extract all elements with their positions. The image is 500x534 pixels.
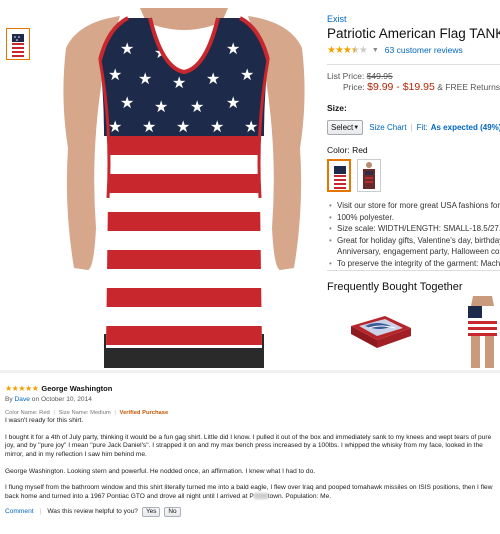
- product-title: Patriotic American Flag TANK: [327, 26, 500, 41]
- verified-purchase-badge: Verified Purchase: [119, 409, 169, 416]
- helpful-yes-button[interactable]: Yes: [141, 507, 161, 518]
- review-footer: Comment | Was this review helpful to you…: [5, 507, 495, 518]
- bullet-item: To preserve the integrity of the garment…: [327, 258, 500, 270]
- divider: [327, 64, 500, 65]
- flag-shorts-product-image[interactable]: [465, 296, 500, 368]
- review-title[interactable]: George Washington: [41, 384, 112, 394]
- price-row: Price: $9.99 - $19.95 & FREE Returns on …: [343, 82, 500, 93]
- chevron-down-icon: ▼: [353, 124, 360, 131]
- rating-row: ★★★★★★ ▼ 63 customer reviews: [327, 44, 500, 56]
- color-name-meta: Color Name: Red: [5, 409, 50, 416]
- swatch-alt-tank[interactable]: [357, 159, 381, 192]
- svg-text:★: ★: [190, 97, 204, 116]
- bullet-item: Size scale: WIDTH/LENGTH: SMALL-18.5/27.…: [327, 223, 500, 235]
- size-name-meta: Size Name: Medium: [58, 409, 111, 416]
- review-date: on October 10, 2014: [31, 396, 92, 403]
- feature-bullets: Visit our store for more great USA fashi…: [327, 200, 500, 269]
- svg-text:★: ★: [108, 117, 122, 136]
- svg-text:★: ★: [120, 93, 134, 112]
- svg-text:★: ★: [210, 117, 224, 136]
- svg-text:★: ★: [240, 65, 254, 84]
- gift-box-product-image[interactable]: [345, 312, 415, 352]
- color-label: Color:: [327, 145, 350, 155]
- review-byline: By Dave on October 10, 2014: [5, 396, 495, 405]
- review-header: ★★★★★ George Washington: [5, 384, 495, 394]
- separator: |: [39, 508, 42, 516]
- brand-link[interactable]: Exist: [327, 14, 500, 25]
- svg-text:★: ★: [176, 117, 190, 136]
- size-select-value: Select: [331, 123, 354, 132]
- size-chart-link[interactable]: Size Chart: [369, 123, 406, 132]
- model-swatch-image: [363, 162, 375, 189]
- svg-text:★: ★: [244, 117, 258, 136]
- svg-text:★: ★: [120, 39, 134, 58]
- comment-link[interactable]: Comment: [5, 508, 34, 517]
- bullet-item: Great for holiday gifts, Valentine's day…: [327, 235, 500, 247]
- separator: |: [114, 409, 116, 416]
- price-value: $9.99 - $19.95: [367, 81, 435, 93]
- color-swatches: [327, 159, 500, 192]
- review-paragraph: I wasn't ready for this shirt.: [5, 417, 84, 425]
- list-price-label: List Price:: [327, 71, 365, 81]
- fit-value-link[interactable]: As expected (49%): [431, 123, 500, 132]
- chevron-down-icon[interactable]: ▼: [372, 47, 379, 54]
- list-price-value: $49.95: [366, 71, 393, 81]
- divider: [327, 270, 500, 271]
- redacted-text: [253, 493, 268, 499]
- svg-text:★: ★: [138, 69, 152, 88]
- svg-text:★: ★: [154, 97, 168, 116]
- svg-text:★: ★: [226, 93, 240, 112]
- svg-text:★: ★: [206, 69, 220, 88]
- flag-tank-swatch-image: [334, 163, 346, 190]
- main-product-image[interactable]: ★ ★ ★ ★ ★ ★ ★ ★ ★ ★ ★ ★ ★ ★ ★ ★ ★ ★: [50, 8, 318, 368]
- review-paragraph: I flung myself from the bathroom window …: [5, 484, 495, 501]
- svg-text:★: ★: [108, 65, 122, 84]
- free-returns-text: & FREE Returns on some sizes: [437, 82, 500, 92]
- helpful-question: Was this review helpful to you?: [47, 508, 138, 516]
- review-text-part: town. Population: Me.: [267, 492, 332, 500]
- separator: |: [410, 123, 413, 132]
- customer-review: ★★★★★ George Washington By Dave on Octob…: [5, 384, 495, 518]
- price-label: Price:: [343, 82, 365, 92]
- svg-text:★: ★: [172, 73, 186, 92]
- product-info-panel: Exist Patriotic American Flag TANK ★★★★ ★…: [327, 14, 500, 269]
- review-paragraph: George Washington. Looking stern and pow…: [5, 467, 316, 475]
- color-row: Color: Red: [327, 145, 500, 155]
- star-rating-icon[interactable]: ★★★★★★: [327, 45, 368, 56]
- color-value: Red: [352, 145, 368, 155]
- bullet-continuation: Anniversary, engagement party, Halloween…: [337, 247, 500, 256]
- size-select[interactable]: Select ▼: [327, 120, 364, 135]
- flag-tank-thumbnail-image: [12, 31, 24, 57]
- by-prefix: By: [5, 396, 13, 403]
- svg-text:★: ★: [142, 117, 156, 136]
- review-text-part: I flung myself from the bathroom window …: [5, 484, 493, 500]
- product-thumbnail[interactable]: [6, 28, 30, 60]
- size-row: Select ▼ Size Chart | Fit: As expected (…: [327, 120, 500, 135]
- svg-text:★: ★: [226, 39, 240, 58]
- review-paragraph: I bought it for a 4th of July party, thi…: [5, 433, 492, 458]
- frequently-bought-together-heading: Frequently Bought Together: [327, 281, 463, 293]
- size-label: Size:: [327, 103, 347, 113]
- helpful-no-button[interactable]: No: [164, 507, 181, 518]
- customer-reviews-link[interactable]: 63 customer reviews: [385, 45, 463, 55]
- separator: |: [53, 409, 55, 416]
- bullet-item: Visit our store for more great USA fashi…: [327, 200, 500, 212]
- section-divider: [0, 370, 500, 373]
- product-section: ★ ★ ★ ★ ★ ★ ★ ★ ★ ★ ★ ★ ★ ★ ★ ★ ★ ★ Exist Patriotic Am…: [0, 0, 500, 370]
- fit-label: Fit:: [416, 123, 428, 132]
- review-author-link[interactable]: Dave: [15, 396, 30, 403]
- review-meta: Color Name: Red | Size Name: Medium | Ve…: [5, 409, 495, 418]
- review-star-rating-icon: ★★★★★: [5, 383, 39, 393]
- bullet-item: 100% polyester.: [327, 212, 500, 224]
- swatch-red-tank[interactable]: [327, 159, 351, 192]
